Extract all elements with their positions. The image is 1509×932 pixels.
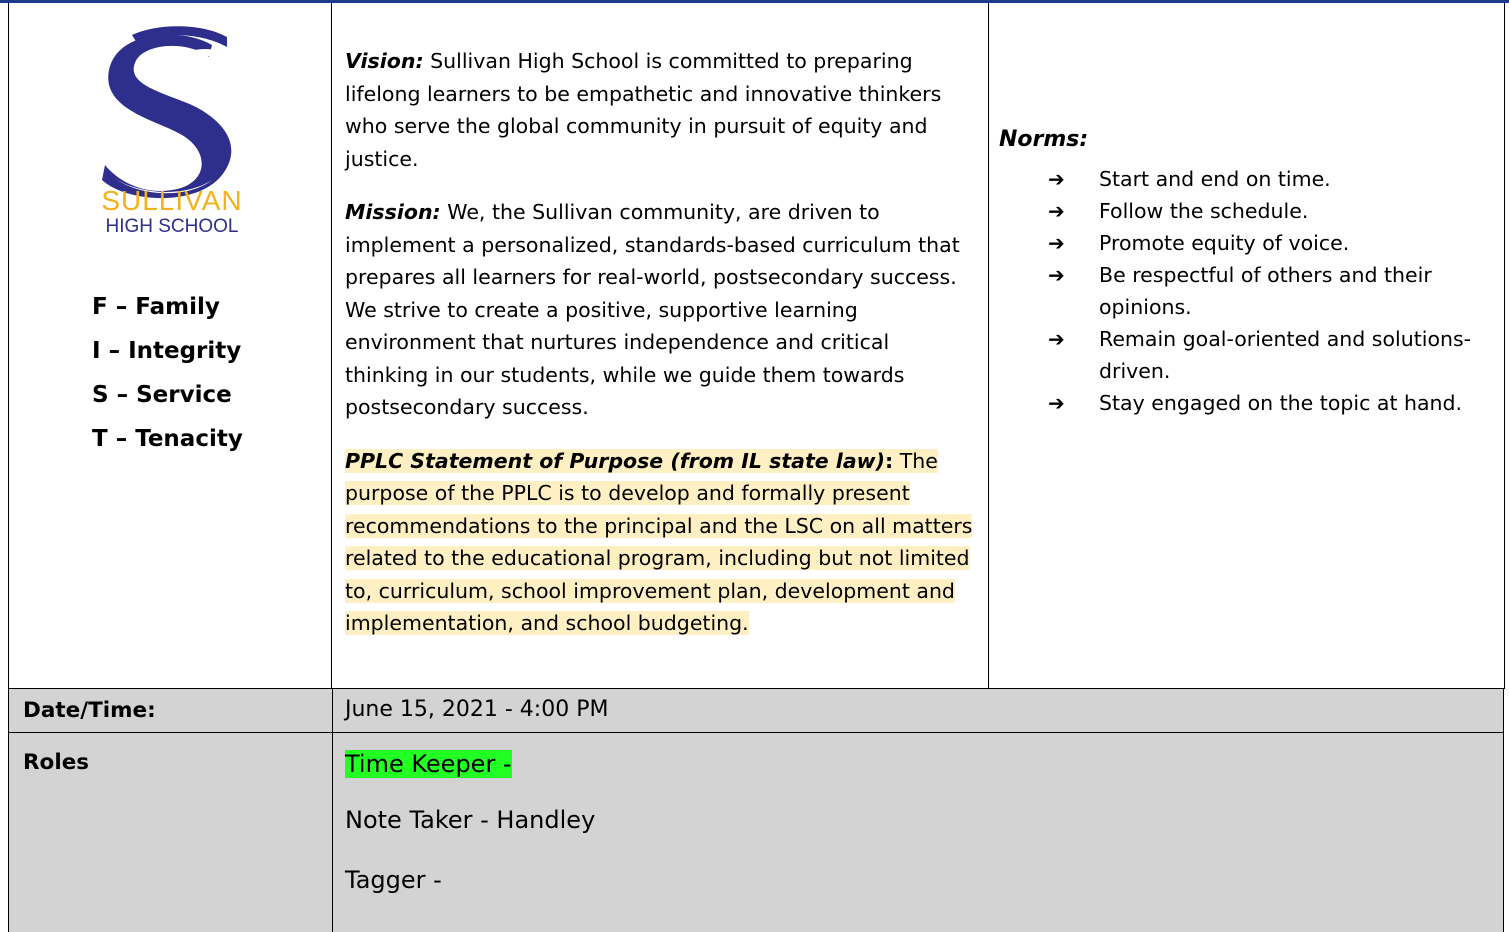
date-time-label: Date/Time: [23, 698, 156, 723]
arrow-right-icon: ➔ [1048, 263, 1065, 287]
arrow-right-icon: ➔ [1048, 327, 1065, 351]
mission-label: Mission: [345, 200, 441, 224]
value-service: S – Service [92, 382, 232, 408]
role-tagger: Tagger - [345, 866, 442, 894]
date-time-value: June 15, 2021 - 4:00 PM [345, 697, 609, 722]
role-note-taker: Note Taker - Handley [345, 806, 596, 834]
pplc-colon: : [884, 448, 894, 473]
norm-text: Stay engaged on the topic at hand. [1099, 391, 1463, 415]
pplc-statement: PPLC Statement of Purpose (from IL state… [345, 445, 975, 640]
arrow-right-icon: ➔ [1048, 167, 1065, 191]
arrow-right-icon: ➔ [1048, 231, 1065, 255]
vision-text: Sullivan High School is committed to pre… [345, 49, 942, 171]
norm-text: Remain goal-oriented and solutions-drive… [1099, 327, 1472, 383]
school-values-list: F – Family I – Integrity S – Service T –… [92, 285, 243, 461]
list-item: ➔ Remain goal-oriented and solutions-driv… [1048, 323, 1498, 387]
list-item: ➔ Promote equity of voice. [1048, 227, 1498, 259]
column-divider [332, 733, 333, 932]
norms-list: ➔ Start and end on time. ➔ Follow the sche… [1048, 163, 1498, 419]
value-integrity: I – Integrity [92, 338, 242, 364]
norms-title: Norms: [999, 127, 1089, 152]
role-time-keeper: Time Keeper - [345, 750, 512, 778]
role-time-keeper-text: Time Keeper - [345, 750, 512, 778]
date-time-row: Date/Time: June 15, 2021 - 4:00 PM [8, 689, 1504, 733]
norm-text: Be respectful of others and their opinio… [1099, 263, 1432, 319]
column-divider [332, 689, 333, 732]
norm-text: Promote equity of voice. [1099, 231, 1350, 255]
list-item: ➔ Follow the schedule. [1048, 195, 1498, 227]
roles-row: Roles Time Keeper - Note Taker - Handley… [8, 733, 1504, 932]
vision-label: Vision: [345, 49, 424, 73]
logo-text-high-school: HIGH SCHOOL [105, 216, 239, 237]
mission-text: We, the Sullivan community, are driven t… [345, 200, 960, 419]
list-item: ➔ Stay engaged on the topic at hand. [1048, 387, 1498, 419]
norms-cell: Norms: ➔ Start and end on time. ➔ Follow t… [988, 3, 1505, 689]
mission-statement: Mission: We, the Sullivan community, are… [345, 196, 975, 424]
list-item: ➔ Start and end on time. [1048, 163, 1498, 195]
arrow-right-icon: ➔ [1048, 199, 1065, 223]
pplc-label: PPLC Statement of Purpose (from IL state… [345, 448, 885, 473]
vision-statement: Vision: Sullivan High School is committe… [345, 45, 975, 175]
pplc-text: The purpose of the PPLC is to develop an… [345, 448, 973, 636]
logo-text-sullivan: SULLIVAN [101, 185, 243, 216]
arrow-right-icon: ➔ [1048, 391, 1065, 415]
sullivan-logo: SULLIVAN HIGH SCHOOL [87, 25, 257, 245]
logo-values-cell: SULLIVAN HIGH SCHOOL F – Family I – Inte… [8, 3, 332, 689]
list-item: ➔ Be respectful of others and their opini… [1048, 259, 1498, 323]
norm-text: Follow the schedule. [1099, 199, 1309, 223]
statements-cell: Vision: Sullivan High School is committe… [331, 3, 989, 689]
value-tenacity: T – Tenacity [92, 426, 243, 452]
roles-label: Roles [23, 750, 90, 775]
value-family: F – Family [92, 294, 220, 320]
norm-text: Start and end on time. [1099, 167, 1331, 191]
